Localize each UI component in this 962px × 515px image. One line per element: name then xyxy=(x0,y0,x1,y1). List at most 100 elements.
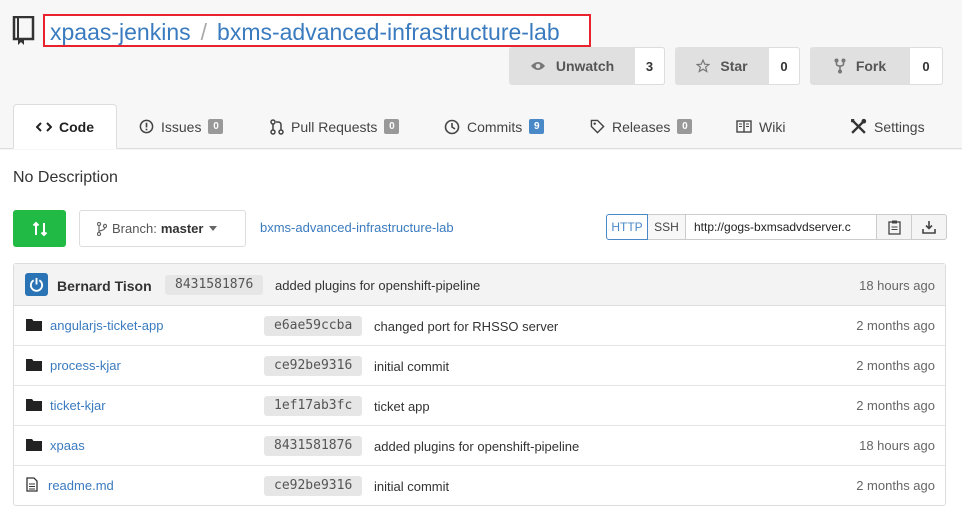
branch-dropdown[interactable]: Branch: master xyxy=(79,210,246,247)
tab-releases[interactable]: Releases 0 xyxy=(590,104,693,149)
tab-code-label: Code xyxy=(59,118,94,135)
file-commit-time: 2 months ago xyxy=(856,478,935,493)
folder-icon xyxy=(26,359,42,371)
repo-root-link[interactable]: bxms-advanced-infrastructure-lab xyxy=(260,220,454,235)
tab-settings[interactable]: Settings xyxy=(850,104,925,149)
file-name-link[interactable]: process-kjar xyxy=(50,358,121,373)
file-commit-sha[interactable]: 8431581876 xyxy=(264,436,363,456)
folder-icon xyxy=(26,399,42,411)
commits-count-badge: 9 xyxy=(529,119,545,134)
repo-description: No Description xyxy=(13,169,118,186)
clone-url-input[interactable]: http://gogs-bxmsadvdserver.c xyxy=(686,214,877,240)
branch-name: master xyxy=(160,221,204,236)
file-commit-message[interactable]: initial commit xyxy=(374,479,449,494)
tab-issues-label: Issues xyxy=(161,118,202,135)
tab-pull-requests[interactable]: Pull Requests 0 xyxy=(270,104,400,149)
star-button-group: Star 0 xyxy=(675,47,800,85)
watchers-count[interactable]: 3 xyxy=(635,47,665,85)
star-icon xyxy=(696,59,711,73)
table-row: angularjs-ticket-app e6ae59ccba changed … xyxy=(14,306,945,346)
file-commit-time: 18 hours ago xyxy=(859,438,935,453)
table-row: ticket-kjar 1ef17ab3fc ticket app 2 mont… xyxy=(14,386,945,426)
commit-message[interactable]: added plugins for openshift-pipeline xyxy=(275,278,480,293)
commit-time: 18 hours ago xyxy=(859,278,935,293)
copy-url-button[interactable] xyxy=(877,214,912,240)
file-commit-message[interactable]: added plugins for openshift-pipeline xyxy=(374,439,579,454)
file-commit-time: 2 months ago xyxy=(856,358,935,373)
tab-code[interactable]: Code xyxy=(13,104,117,149)
sync-icon xyxy=(32,221,47,236)
repo-title-separator: / xyxy=(200,19,208,45)
avatar[interactable] xyxy=(25,273,48,296)
table-row: xpaas 8431581876 added plugins for opens… xyxy=(14,426,945,466)
chevron-down-icon xyxy=(209,226,218,231)
branch-icon xyxy=(97,221,107,236)
file-name-link[interactable]: ticket-kjar xyxy=(50,398,106,413)
file-commit-sha[interactable]: ce92be9316 xyxy=(264,476,363,496)
star-button[interactable]: Star xyxy=(675,47,769,85)
tab-wiki-label: Wiki xyxy=(759,118,786,135)
clone-http-button[interactable]: HTTP xyxy=(606,214,648,240)
fork-button-group: Fork 0 xyxy=(810,47,943,85)
repo-book-icon xyxy=(12,16,35,45)
file-commit-sha[interactable]: e6ae59ccba xyxy=(264,316,363,336)
tab-commits[interactable]: Commits 9 xyxy=(444,104,545,149)
compare-branch-button[interactable] xyxy=(13,210,66,247)
file-commit-message[interactable]: changed port for RHSSO server xyxy=(374,319,558,334)
fork-button[interactable]: Fork xyxy=(810,47,910,85)
unwatch-label: Unwatch xyxy=(555,58,615,74)
code-icon xyxy=(36,121,52,132)
clone-url-group: HTTP SSH http://gogs-bxmsadvdserver.c xyxy=(606,214,947,240)
history-icon xyxy=(444,119,460,134)
tab-wiki[interactable]: Wiki xyxy=(736,104,785,149)
unwatch-button-group: Unwatch 3 xyxy=(509,47,665,85)
download-button[interactable] xyxy=(912,214,947,240)
download-icon xyxy=(922,221,936,234)
file-commit-sha[interactable]: 1ef17ab3fc xyxy=(264,396,363,416)
issue-opened-icon xyxy=(139,119,154,134)
tag-icon xyxy=(590,119,605,134)
repo-owner-link[interactable]: xpaas-jenkins xyxy=(50,19,191,45)
folder-icon xyxy=(26,439,42,451)
file-list-table: Bernard Tison 8431581876 added plugins f… xyxy=(13,263,946,506)
branch-prefix: Branch: xyxy=(112,221,157,236)
tab-pull-requests-label: Pull Requests xyxy=(291,118,378,135)
file-text-icon xyxy=(26,477,38,492)
unwatch-button[interactable]: Unwatch xyxy=(509,47,635,85)
issues-count-badge: 0 xyxy=(208,119,224,134)
clone-ssh-button[interactable]: SSH xyxy=(648,214,686,240)
fork-label: Fork xyxy=(855,58,887,74)
repo-name-link[interactable]: bxms-advanced-infrastructure-lab xyxy=(217,19,560,45)
tab-releases-label: Releases xyxy=(612,118,671,135)
fork-icon xyxy=(834,58,846,74)
power-icon xyxy=(29,277,44,292)
stars-count[interactable]: 0 xyxy=(769,47,800,85)
file-commit-time: 2 months ago xyxy=(856,318,935,333)
eye-icon xyxy=(530,62,545,70)
tab-settings-label: Settings xyxy=(874,118,925,135)
pull-requests-count-badge: 0 xyxy=(384,119,400,134)
clipboard-icon xyxy=(887,220,901,235)
forks-count[interactable]: 0 xyxy=(910,47,943,85)
releases-count-badge: 0 xyxy=(677,119,693,134)
commit-author[interactable]: Bernard Tison xyxy=(57,278,152,294)
tab-issues[interactable]: Issues 0 xyxy=(139,104,224,149)
file-commit-time: 2 months ago xyxy=(856,398,935,413)
file-commit-message[interactable]: initial commit xyxy=(374,359,449,374)
file-name-link[interactable]: xpaas xyxy=(50,438,85,453)
file-commit-message[interactable]: ticket app xyxy=(374,399,430,414)
latest-commit-header: Bernard Tison 8431581876 added plugins f… xyxy=(14,264,945,306)
file-commit-sha[interactable]: ce92be9316 xyxy=(264,356,363,376)
folder-icon xyxy=(26,319,42,331)
repo-title: xpaas-jenkins / bxms-advanced-infrastructu… xyxy=(50,19,560,45)
table-row: readme.md ce92be9316 initial commit 2 mo… xyxy=(14,466,945,506)
tools-icon xyxy=(851,118,867,134)
pull-request-icon xyxy=(270,118,284,135)
file-name-link[interactable]: readme.md xyxy=(48,478,114,493)
star-label: Star xyxy=(720,58,748,74)
book-icon xyxy=(736,120,752,133)
table-row: process-kjar ce92be9316 initial commit 2… xyxy=(14,346,945,386)
tab-commits-label: Commits xyxy=(467,118,523,135)
file-name-link[interactable]: angularjs-ticket-app xyxy=(50,318,163,333)
commit-sha[interactable]: 8431581876 xyxy=(165,275,264,295)
